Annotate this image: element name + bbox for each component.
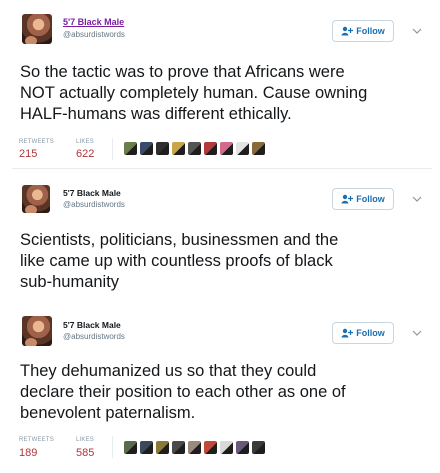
text-line: HALF-humans was different ethically. [20,105,292,123]
follow-person-icon [341,26,354,36]
tweet-divider [12,168,432,169]
avatar[interactable] [22,14,52,44]
tweet-1: 5'7 Black Male @absurdistwords Follow So… [0,0,440,170]
liker-avatar[interactable] [124,142,137,155]
liker-avatar[interactable] [252,441,265,454]
liker-avatar[interactable] [172,441,185,454]
author-handle[interactable]: @absurdistwords [63,30,125,39]
stats-divider [112,436,113,458]
author-name[interactable]: 5'7 Black Male [63,17,124,27]
retweets-count[interactable]: 215 [19,148,37,160]
liker-avatar[interactable] [220,142,233,155]
liker-avatar[interactable] [252,142,265,155]
chevron-down-icon[interactable] [412,27,422,35]
liker-avatar[interactable] [220,441,233,454]
liker-avatar[interactable] [204,142,217,155]
liker-avatar[interactable] [188,441,201,454]
tweet-text: They dehumanized us so that they could d… [20,361,346,424]
follow-label: Follow [356,328,385,338]
follow-button[interactable]: Follow [332,188,394,210]
follow-button[interactable]: Follow [332,322,394,344]
liker-avatar[interactable] [140,441,153,454]
likes-label: LIKES [76,139,95,145]
liker-avatar[interactable] [140,142,153,155]
chevron-down-icon[interactable] [412,329,422,337]
text-line: They dehumanized us so that they could [20,362,317,380]
likes-count[interactable]: 585 [76,447,94,459]
avatar[interactable] [22,316,52,346]
author-handle[interactable]: @absurdistwords [63,200,125,209]
liker-avatar[interactable] [172,142,185,155]
tweet-2: 5'7 Black Male @absurdistwords Follow Sc… [0,170,440,310]
liker-avatar[interactable] [236,142,249,155]
text-line: NOT actually completely human. Cause own… [20,84,368,102]
liker-avatar[interactable] [188,142,201,155]
liker-avatar[interactable] [156,142,169,155]
text-line: declare their position to each other as … [20,383,346,401]
tweet-3: 5'7 Black Male @absurdistwords Follow Th… [0,310,440,473]
retweets-label: RETWEETS [19,437,54,443]
retweets-count[interactable]: 189 [19,447,37,459]
text-line: like came up with countless proofs of bl… [20,252,333,270]
liker-avatar[interactable] [124,441,137,454]
tweet-text: Scientists, politicians, businessmen and… [20,230,338,293]
text-line: sub-humanity [20,273,120,291]
chevron-down-icon[interactable] [412,195,422,203]
follow-person-icon [341,328,354,338]
tweet-text: So the tactic was to prove that Africans… [20,62,367,125]
liker-avatar[interactable] [236,441,249,454]
liker-avatar[interactable] [204,441,217,454]
likes-label: LIKES [76,437,95,443]
stats-divider [112,138,113,160]
follow-label: Follow [356,194,385,204]
author-name[interactable]: 5'7 Black Male [63,188,121,198]
author-handle[interactable]: @absurdistwords [63,332,125,341]
text-line: So the tactic was to prove that Africans… [20,63,345,81]
author-name[interactable]: 5'7 Black Male [63,320,121,330]
text-line: benevolent paternalism. [20,404,196,422]
follow-button[interactable]: Follow [332,20,394,42]
text-line: Scientists, politicians, businessmen and… [20,231,339,249]
avatar[interactable] [22,185,50,213]
retweets-label: RETWEETS [19,139,54,145]
follow-person-icon [341,194,354,204]
likes-count[interactable]: 622 [76,148,94,160]
liker-avatar[interactable] [156,441,169,454]
follow-label: Follow [356,26,385,36]
